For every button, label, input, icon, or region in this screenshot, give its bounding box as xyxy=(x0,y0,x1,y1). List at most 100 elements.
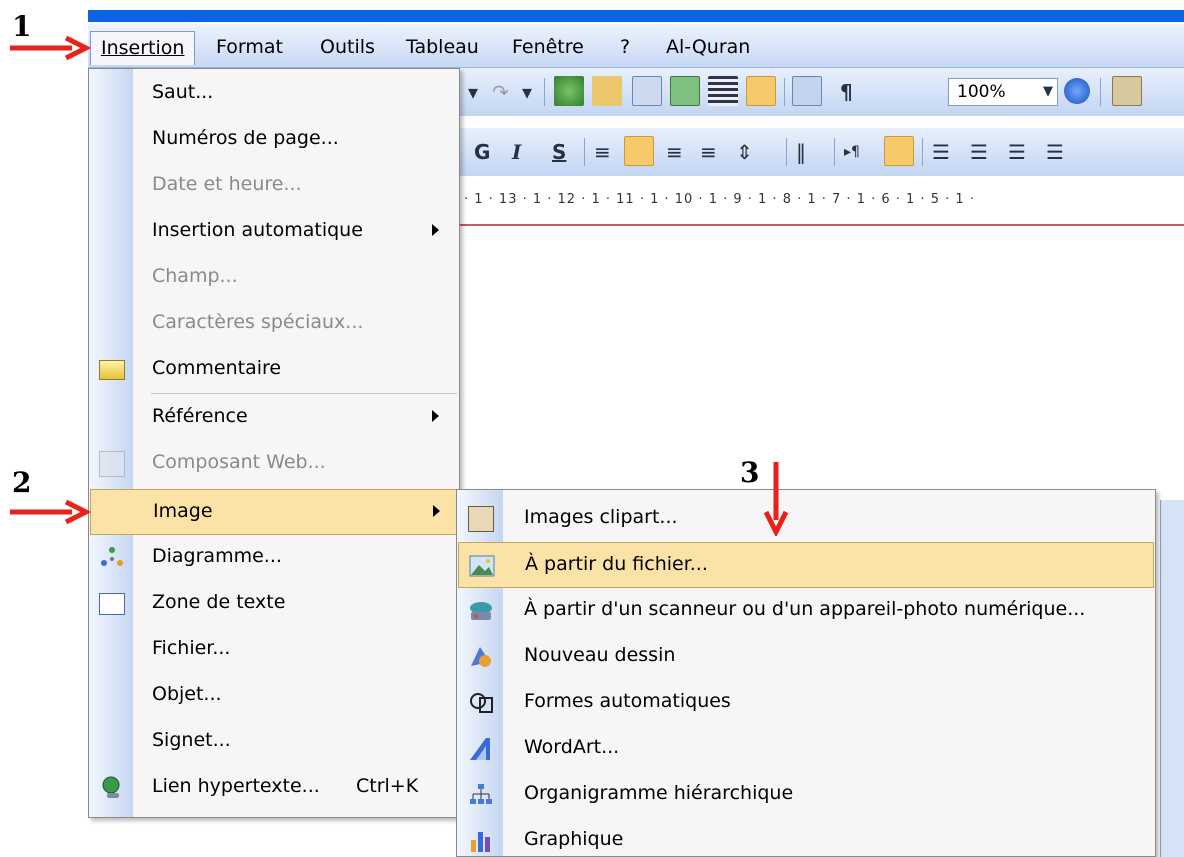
menu-item-label: WordArt... xyxy=(524,736,620,758)
strike-button[interactable]: S xyxy=(552,140,566,164)
hyperlink-toolbar-icon[interactable] xyxy=(554,76,584,106)
justify-icon[interactable]: ≡ xyxy=(700,140,717,164)
menu-item-label: Signet... xyxy=(152,729,231,751)
horizontal-ruler[interactable]: · 1 · 13 · 1 · 12 · 1 · 11 · 1 · 10 · 1 … xyxy=(460,182,1184,226)
menu-item-label: Lien hypertexte... xyxy=(152,775,320,797)
submenu-arrow-icon xyxy=(432,410,439,422)
menu-item-objet[interactable]: Objet... xyxy=(90,673,458,719)
chevron-down-icon: ▼ xyxy=(1043,84,1053,99)
menu-item-label: Images clipart... xyxy=(524,506,678,528)
menu-item-date-et-heure: Date et heure... xyxy=(90,163,458,209)
increase-indent-icon[interactable]: ☰ xyxy=(1046,140,1064,164)
line-spacing-icon[interactable]: ⇕ xyxy=(736,140,753,164)
menu-item-saut[interactable]: Saut... xyxy=(90,71,458,117)
numbering-icon[interactable]: ☰ xyxy=(932,140,950,164)
menu-item-fichier[interactable]: Fichier... xyxy=(90,627,458,673)
step-3-label: 3 xyxy=(740,456,760,489)
menu-item-insertion-automatique[interactable]: Insertion automatique xyxy=(90,209,458,255)
ltr-icon[interactable]: ▸¶ xyxy=(844,144,860,160)
read-mode-icon[interactable] xyxy=(1112,76,1142,106)
menu-separator xyxy=(151,393,457,394)
toolbar-separator xyxy=(786,138,787,166)
menu-item-image[interactable]: Image xyxy=(90,489,458,535)
help-icon[interactable] xyxy=(1064,78,1090,104)
menu-item-label: À partir d'un scanneur ou d'un appareil-… xyxy=(524,598,1086,620)
align-left-icon[interactable]: ≡ xyxy=(594,140,611,164)
diagram-icon xyxy=(99,545,125,571)
ruler-scale: · 1 · 13 · 1 · 12 · 1 · 11 · 1 · 10 · 1 … xyxy=(464,192,975,207)
insert-excel-icon[interactable] xyxy=(670,76,700,106)
menu-item-label: Nouveau dessin xyxy=(524,644,676,666)
redo-dropdown-icon[interactable]: ▾ xyxy=(522,80,532,104)
menu-item-signet[interactable]: Signet... xyxy=(90,719,458,765)
insert-table-icon[interactable] xyxy=(632,76,662,106)
menu-outils[interactable]: Outils xyxy=(314,34,381,60)
zoom-select[interactable]: 100% ▼ xyxy=(948,78,1058,106)
align-center-icon[interactable] xyxy=(624,136,654,166)
menu-item-diagramme[interactable]: Diagramme... xyxy=(90,535,458,581)
menu-item-label: Insertion automatique xyxy=(152,219,363,241)
submenu-arrow-icon xyxy=(432,224,439,236)
scanner-icon xyxy=(468,598,494,624)
menu-item-label: Référence xyxy=(152,405,248,427)
submenu-item-organigramme[interactable]: Organigramme hiérarchique xyxy=(458,772,1154,818)
menu-item-commentaire[interactable]: Commentaire xyxy=(90,347,458,393)
menu-item-label: Saut... xyxy=(152,81,214,103)
submenu-item-scanneur[interactable]: À partir d'un scanneur ou d'un appareil-… xyxy=(458,588,1154,634)
columns-icon[interactable] xyxy=(708,76,738,106)
submenu-item-nouveau-dessin[interactable]: Nouveau dessin xyxy=(458,634,1154,680)
submenu-item-formes-automatiques[interactable]: Formes automatiques xyxy=(458,680,1154,726)
drawing-toolbar-icon[interactable] xyxy=(746,76,776,106)
textbox-icon xyxy=(99,593,125,615)
menu-fenetre[interactable]: Fenêtre xyxy=(506,34,590,60)
menu-item-label: Zone de texte xyxy=(152,591,286,613)
menu-item-label: Objet... xyxy=(152,683,222,705)
menu-tableau[interactable]: Tableau xyxy=(400,34,485,60)
bold-button[interactable]: G xyxy=(474,140,490,164)
step-1-arrow-icon xyxy=(10,36,90,60)
italic-button[interactable]: I xyxy=(512,140,521,164)
columns-direction-icon[interactable]: ‖ xyxy=(796,140,806,164)
menu-item-zone-de-texte[interactable]: Zone de texte xyxy=(90,581,458,627)
menu-item-numeros-de-page[interactable]: Numéros de page... xyxy=(90,117,458,163)
redo-icon[interactable]: ↷ xyxy=(492,80,509,104)
menu-insertion[interactable]: Insertion xyxy=(90,31,196,65)
menu-item-label: À partir du fichier... xyxy=(525,553,708,575)
wordart-icon xyxy=(468,736,494,762)
menu-item-caracteres-speciaux: Caractères spéciaux... xyxy=(90,301,458,347)
menu-item-label: Organigramme hiérarchique xyxy=(524,782,794,804)
submenu-item-images-clipart[interactable]: Images clipart... xyxy=(458,496,1154,542)
menu-item-label: Caractères spéciaux... xyxy=(152,311,364,333)
autoshapes-icon xyxy=(468,690,494,716)
menu-item-label: Champ... xyxy=(152,265,238,287)
menu-help[interactable]: ? xyxy=(614,34,636,60)
step-2-label: 2 xyxy=(12,466,32,499)
comment-icon xyxy=(99,360,125,380)
submenu-item-a-partir-du-fichier[interactable]: À partir du fichier... xyxy=(458,542,1154,588)
tables-borders-icon[interactable] xyxy=(592,76,622,106)
toolbar-separator xyxy=(922,138,923,166)
menu-format[interactable]: Format xyxy=(210,34,289,60)
document-panel-edge xyxy=(1160,500,1184,857)
menu-item-label: Graphique xyxy=(524,828,624,850)
menu-al-quran[interactable]: Al-Quran xyxy=(660,34,756,60)
rtl-icon[interactable] xyxy=(884,136,914,166)
menu-item-lien-hypertexte[interactable]: Lien hypertexte... Ctrl+K xyxy=(90,765,458,811)
toolbar-separator xyxy=(834,138,835,166)
align-right-icon[interactable]: ≡ xyxy=(666,140,683,164)
menu-item-label: Composant Web... xyxy=(152,451,326,473)
formatting-toolbar: G I S ≡ ≡ ≡ ⇕ ‖ ▸¶ ☰ ☰ ☰ ☰ xyxy=(460,128,1184,176)
toolbar-separator xyxy=(544,78,545,106)
show-formatting-icon[interactable]: ¶ xyxy=(840,80,853,104)
shortcut-label: Ctrl+K xyxy=(356,775,419,797)
document-map-icon[interactable] xyxy=(792,76,822,106)
decrease-indent-icon[interactable]: ☰ xyxy=(1008,140,1026,164)
submenu-item-graphique[interactable]: Graphique xyxy=(458,818,1154,857)
menu-item-champ: Champ... xyxy=(90,255,458,301)
undo-dropdown-icon[interactable]: ▾ xyxy=(468,80,478,104)
bullets-icon[interactable]: ☰ xyxy=(970,140,988,164)
from-file-icon xyxy=(469,553,495,579)
menu-item-reference[interactable]: Référence xyxy=(90,395,458,441)
menu-item-label: Commentaire xyxy=(152,357,282,379)
submenu-item-wordart[interactable]: WordArt... xyxy=(458,726,1154,772)
